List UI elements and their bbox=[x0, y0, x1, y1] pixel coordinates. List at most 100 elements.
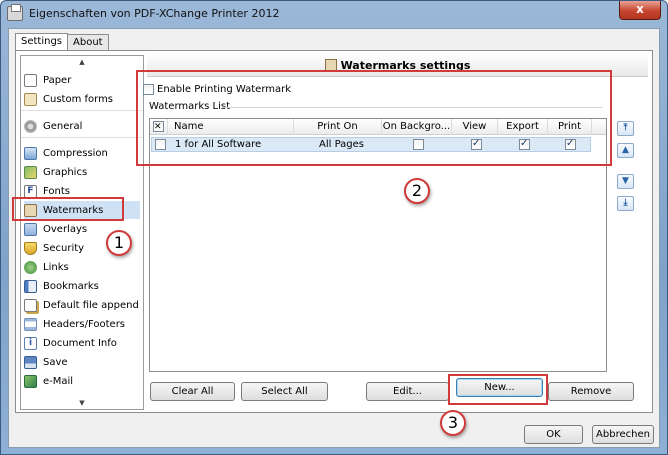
panel-title-wrap: Watermarks settings bbox=[147, 59, 648, 72]
nav-item-custom-forms[interactable]: Custom forms bbox=[24, 90, 140, 108]
fonts-icon: F bbox=[24, 184, 37, 198]
clear-all-button[interactable]: Clear All bbox=[150, 382, 235, 401]
nav-item-save[interactable]: Save bbox=[24, 353, 140, 371]
row-print-on: All Pages bbox=[319, 139, 364, 150]
on-background-checkbox[interactable] bbox=[413, 139, 424, 150]
nav-item-compression[interactable]: Compression bbox=[24, 144, 140, 162]
bookmark-icon bbox=[24, 279, 37, 293]
table-row[interactable]: 1 for All Software All Pages bbox=[151, 137, 591, 152]
chevron-up-icon: ▲ bbox=[622, 145, 629, 155]
column-header-export[interactable]: Export bbox=[498, 119, 548, 135]
nav-item-bookmarks[interactable]: Bookmarks bbox=[24, 277, 140, 295]
new-button[interactable]: New... bbox=[456, 378, 543, 397]
nav-item-document-info[interactable]: i Document Info bbox=[24, 334, 140, 352]
nav-item-label: Custom forms bbox=[43, 93, 114, 105]
row-checkbox-cell[interactable] bbox=[155, 138, 166, 152]
nav-item-label: Document Info bbox=[43, 337, 117, 349]
row-print-cell[interactable] bbox=[565, 137, 576, 152]
nav-item-graphics[interactable]: Graphics bbox=[24, 163, 140, 181]
enable-watermark-checkbox[interactable] bbox=[143, 84, 154, 95]
globe-icon bbox=[24, 260, 37, 274]
printer-icon bbox=[7, 4, 23, 21]
nav-item-label: Graphics bbox=[43, 166, 88, 178]
column-header-print[interactable]: Print bbox=[548, 119, 592, 135]
nav-divider bbox=[21, 110, 143, 111]
print-checkbox[interactable] bbox=[565, 137, 576, 150]
nav-item-label: General bbox=[43, 120, 83, 132]
nav-item-label: Default file append bbox=[43, 299, 139, 311]
watermark-icon bbox=[24, 203, 37, 217]
row-export-cell[interactable] bbox=[519, 137, 530, 152]
view-checkbox[interactable] bbox=[471, 137, 482, 150]
move-bottom-button[interactable]: ⤓ bbox=[617, 196, 634, 211]
overlays-icon bbox=[24, 222, 37, 236]
annotation-number-3: 3 bbox=[440, 410, 466, 436]
nav-item-watermarks[interactable]: Watermarks bbox=[24, 201, 140, 219]
nav-item-email[interactable]: e-Mail bbox=[24, 372, 140, 390]
nav-item-general[interactable]: General bbox=[24, 117, 140, 135]
paper-icon bbox=[24, 73, 37, 87]
tab-settings[interactable]: Settings bbox=[15, 33, 69, 51]
edit-button[interactable]: Edit... bbox=[366, 382, 449, 401]
header-select-all-cell[interactable] bbox=[150, 119, 168, 135]
group-divider bbox=[222, 107, 602, 108]
list-header: Name Print On On Backgro... View Export … bbox=[150, 119, 606, 135]
select-all-button[interactable]: Select All bbox=[241, 382, 328, 401]
column-header-print-on[interactable]: Print On bbox=[294, 119, 382, 135]
compression-icon bbox=[24, 146, 37, 160]
header-footer-icon bbox=[24, 317, 37, 331]
row-on-background-cell[interactable] bbox=[413, 138, 424, 152]
remove-button[interactable]: Remove bbox=[548, 382, 634, 401]
export-checkbox[interactable] bbox=[519, 137, 530, 150]
chevron-down-icon: ▼ bbox=[622, 176, 629, 186]
save-icon bbox=[24, 355, 37, 369]
nav-item-label: Fonts bbox=[43, 185, 70, 197]
tab-strip: Settings About bbox=[15, 33, 109, 51]
shield-icon bbox=[24, 241, 37, 255]
ok-button[interactable]: OK bbox=[524, 425, 583, 444]
cancel-button[interactable]: Abbrechen bbox=[592, 425, 654, 444]
nav-item-label: Paper bbox=[43, 74, 72, 86]
tab-about[interactable]: About bbox=[67, 34, 109, 51]
enable-watermark-row[interactable]: Enable Printing Watermark bbox=[143, 84, 291, 95]
nav-item-label: Bookmarks bbox=[43, 280, 99, 292]
file-append-icon bbox=[24, 298, 37, 312]
mail-icon bbox=[24, 374, 37, 388]
row-view-cell[interactable] bbox=[471, 137, 482, 152]
nav-item-label: e-Mail bbox=[43, 375, 74, 387]
nav-item-label: Headers/Footers bbox=[43, 318, 126, 330]
annotation-number-1: 1 bbox=[106, 230, 132, 256]
window-title: Eigenschaften von PDF-XChange Printer 20… bbox=[29, 7, 280, 20]
close-button[interactable]: x bbox=[619, 1, 661, 20]
nav-item-label: Save bbox=[43, 356, 68, 368]
info-icon: i bbox=[24, 336, 37, 350]
nav-item-headers-footers[interactable]: Headers/Footers bbox=[24, 315, 140, 333]
move-down-button[interactable]: ▼ bbox=[617, 174, 634, 189]
nav-item-label: Links bbox=[43, 261, 69, 273]
move-bottom-icon: ⤓ bbox=[623, 198, 628, 208]
enable-watermark-label: Enable Printing Watermark bbox=[157, 84, 292, 95]
column-header-on-background[interactable]: On Backgro... bbox=[382, 119, 452, 135]
select-all-checkbox[interactable] bbox=[153, 120, 164, 135]
nav-scroll-down-icon[interactable]: ▼ bbox=[21, 397, 143, 409]
column-header-view[interactable]: View bbox=[452, 119, 498, 135]
row-select-checkbox[interactable] bbox=[155, 139, 166, 150]
move-up-button[interactable]: ▲ bbox=[617, 143, 634, 158]
graphics-icon bbox=[24, 165, 37, 179]
nav-item-links[interactable]: Links bbox=[24, 258, 140, 276]
nav-item-label: Security bbox=[43, 242, 85, 254]
nav-divider bbox=[21, 137, 143, 138]
nav-scroll-up-icon[interactable]: ▲ bbox=[21, 56, 143, 68]
custom-forms-icon bbox=[24, 92, 37, 106]
watermarks-list[interactable]: Name Print On On Backgro... View Export … bbox=[149, 118, 607, 372]
nav-item-label: Overlays bbox=[43, 223, 88, 235]
title-bar: Eigenschaften von PDF-XChange Printer 20… bbox=[1, 1, 667, 27]
nav-item-fonts[interactable]: F Fonts bbox=[24, 182, 140, 200]
nav-item-default-file-append[interactable]: Default file append bbox=[24, 296, 140, 314]
column-header-name[interactable]: Name bbox=[168, 119, 294, 135]
nav-item-paper[interactable]: Paper bbox=[24, 71, 140, 89]
panel-header: Watermarks settings bbox=[147, 55, 648, 77]
nav-item-label: Watermarks bbox=[43, 204, 104, 216]
nav-item-label: Compression bbox=[43, 147, 108, 159]
move-top-button[interactable]: ⤒ bbox=[617, 121, 634, 136]
